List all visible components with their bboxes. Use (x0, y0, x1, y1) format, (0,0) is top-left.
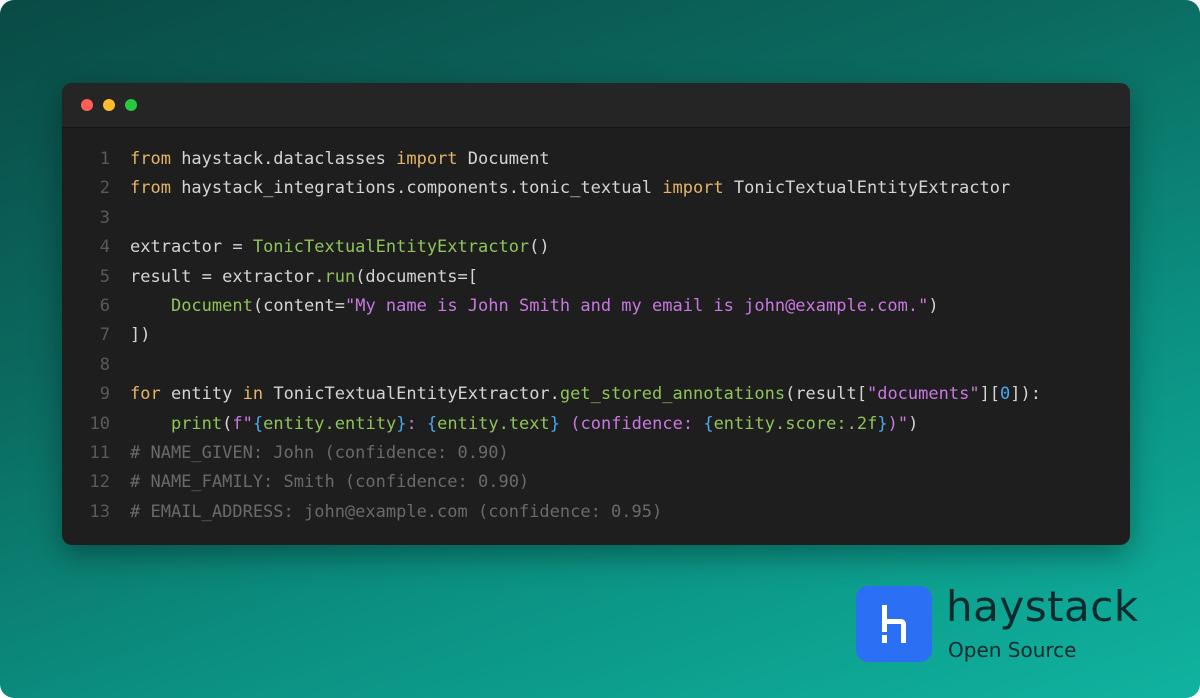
code-line: 8 (62, 351, 1130, 380)
code-token: TonicTextualEntityExtractor. (263, 384, 560, 405)
code-token: from (130, 149, 171, 169)
code-token: ]): (1010, 384, 1042, 405)
line-number: 2 (99, 178, 110, 199)
code-token: ]) (130, 325, 151, 346)
code-token: () (529, 237, 550, 258)
line-number: 12 (89, 472, 110, 493)
code-token: )" (887, 413, 909, 434)
code-token: (content= (252, 295, 345, 316)
line-number: 1 (99, 149, 110, 169)
code-text: from haystack_integrations.components.to… (130, 174, 1010, 203)
code-token: (result[ (785, 384, 867, 405)
line-number: 11 (89, 442, 110, 463)
code-text: extractor = TonicTextualEntityExtractor(… (130, 233, 550, 262)
code-text: # EMAIL_ADDRESS: john@example.com (confi… (130, 498, 662, 527)
code-token: entity.entity (263, 413, 397, 434)
minimize-window-button[interactable] (103, 99, 115, 111)
haystack-logo-icon (856, 586, 932, 662)
line-number: 9 (99, 384, 110, 405)
brand-subtitle: Open Source (948, 638, 1077, 662)
code-token: get_stored_annotations (559, 384, 786, 405)
code-token: in (242, 384, 264, 405)
code-token: haystack_integrations.components.tonic_t… (170, 178, 663, 199)
code-token: TonicTextualEntityExtractor (252, 237, 530, 258)
code-token: "documents" (866, 384, 980, 405)
code-token: Document (170, 295, 253, 316)
maximize-window-button[interactable] (125, 99, 137, 111)
window-titlebar (62, 83, 1130, 128)
code-line: 13 # EMAIL_ADDRESS: john@example.com (con… (62, 498, 1130, 527)
code-token: import (396, 149, 458, 169)
code-token: extractor = (130, 237, 253, 258)
background-frame: 1 from haystack.dataclasses import Docume… (0, 0, 1200, 698)
code-line: 9 for entity in TonicTextualEntityExtract… (62, 380, 1130, 409)
code-token: ) (908, 413, 919, 434)
code-token: # EMAIL_ADDRESS: john@example.com (confi… (130, 501, 663, 522)
code-token: entity.text (437, 413, 550, 434)
code-token: from (130, 178, 171, 199)
code-token: { (703, 413, 714, 434)
code-line: 4 extractor = TonicTextualEntityExtractor… (62, 233, 1130, 262)
code-token: # NAME_FAMILY: Smith (confidence: 0.90) (130, 472, 530, 493)
code-text: # NAME_FAMILY: Smith (confidence: 0.90) (130, 468, 529, 497)
code-token: entity.score:.2f (713, 413, 878, 434)
brand-name: haystack (946, 582, 1139, 631)
close-window-button[interactable] (81, 99, 93, 111)
code-token: TonicTextualEntityExtractor (723, 178, 1011, 199)
line-number: 8 (99, 354, 110, 375)
code-token: { (252, 413, 264, 434)
code-text: Document(content="My name is John Smith … (130, 292, 939, 321)
code-text: # NAME_GIVEN: John (confidence: 0.90) (130, 439, 509, 468)
code-token: { (426, 413, 438, 434)
code-line: 12 # NAME_FAMILY: Smith (confidence: 0.90… (62, 468, 1130, 497)
code-token: ) (928, 295, 939, 316)
code-line: 5 result = extractor.run(documents=[ (62, 263, 1130, 292)
code-line: 1 from haystack.dataclasses import Docume… (62, 145, 1130, 174)
code-token: haystack.dataclasses (170, 149, 397, 169)
code-token: "My name is John Smith and my email is j… (344, 295, 929, 316)
line-number: 7 (99, 325, 110, 346)
code-token: import (662, 178, 724, 199)
code-token: # NAME_GIVEN: John (confidence: 0.90) (130, 442, 509, 463)
code-token: print (170, 413, 223, 434)
code-text: for entity in TonicTextualEntityExtracto… (130, 380, 1041, 409)
code-editor: 1 from haystack.dataclasses import Docume… (62, 145, 1130, 527)
code-text: print(f"{entity.entity}: {entity.text} (… (130, 410, 918, 439)
line-number: 3 (99, 207, 110, 228)
code-line: 10 print(f"{entity.entity}: {entity.text… (62, 410, 1130, 439)
code-token: result = extractor. (130, 266, 325, 287)
code-text: from haystack.dataclasses import Documen… (130, 145, 550, 174)
code-text: ]) (130, 321, 150, 350)
code-token: 0 (1000, 384, 1011, 405)
code-token: (confidence: (560, 413, 704, 434)
line-number: 6 (99, 295, 110, 316)
line-number: 4 (99, 237, 110, 258)
code-token: entity (160, 384, 243, 405)
code-text: result = extractor.run(documents=[ (130, 263, 478, 292)
code-token: } (396, 413, 407, 434)
code-token: f" (232, 413, 253, 434)
code-token: : (406, 413, 427, 434)
line-number: 10 (89, 413, 110, 434)
code-token: ][ (979, 384, 1001, 405)
code-line: 6 Document(content="My name is John Smit… (62, 292, 1130, 321)
code-line: 2 from haystack_integrations.components.t… (62, 174, 1130, 203)
line-number: 13 (89, 501, 110, 522)
code-token: for (130, 384, 161, 405)
code-window: 1 from haystack.dataclasses import Docume… (62, 83, 1130, 545)
code-token: (documents=[ (355, 266, 479, 287)
code-token: } (877, 413, 888, 434)
code-token: ( (222, 413, 233, 434)
code-token: run (324, 266, 356, 287)
code-line: 3 (62, 204, 1130, 233)
code-line: 11 # NAME_GIVEN: John (confidence: 0.90) (62, 439, 1130, 468)
code-token: } (549, 413, 561, 434)
code-line: 7]) (62, 321, 1130, 350)
line-number: 5 (99, 266, 110, 287)
code-token: Document (457, 149, 550, 169)
